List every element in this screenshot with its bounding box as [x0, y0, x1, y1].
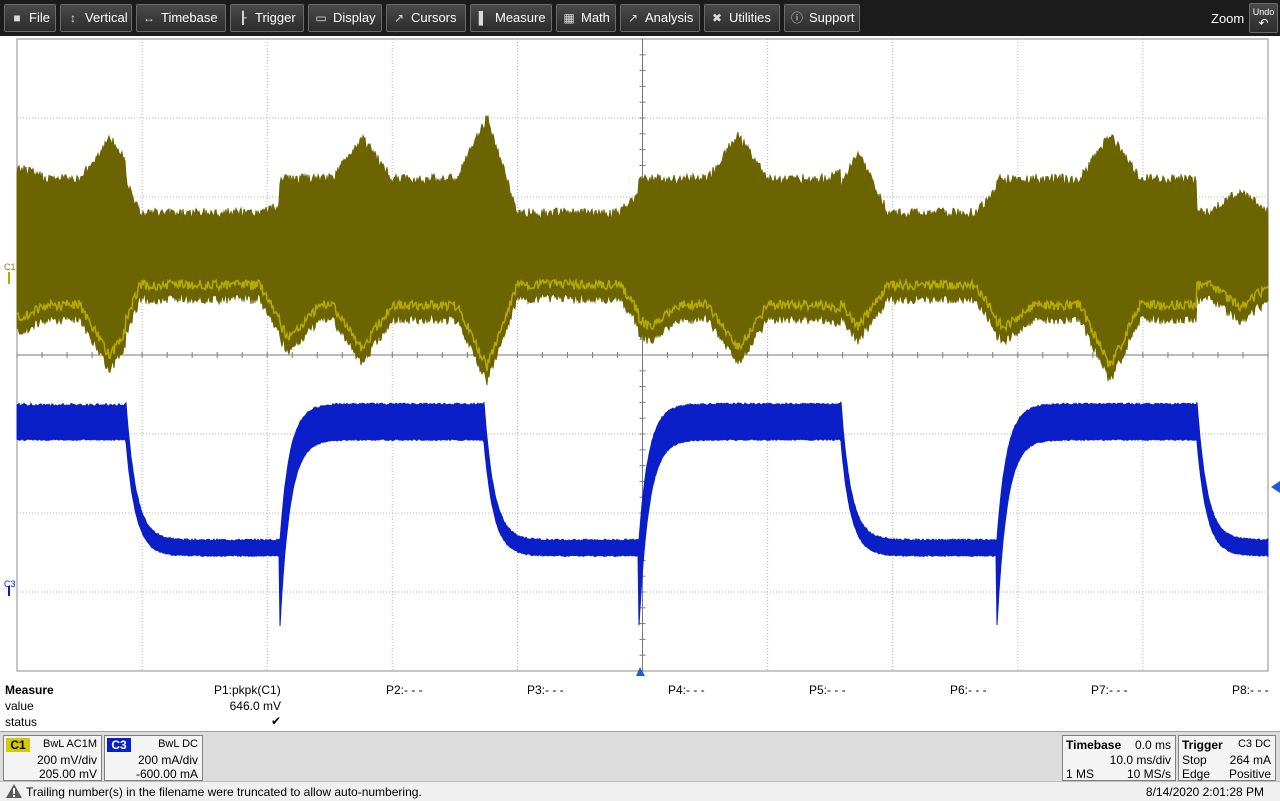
c1-offset: 205.00 mV [38, 767, 97, 781]
param-p1-label[interactable]: P1:pkpk(C1) [214, 683, 281, 697]
c3-marker-label: C3 [4, 579, 16, 589]
menu-vertical[interactable]: ↕ Vertical [60, 4, 132, 32]
status-datetime: 8/14/2020 2:01:28 PM [1145, 785, 1264, 799]
measure-icon: ▌ [478, 11, 488, 25]
status-bar: Trailing number(s) in the filename were … [0, 781, 1280, 801]
timebase-scale: 10.0 ms/div [1109, 753, 1171, 767]
undo-button[interactable]: Undo ↶ [1249, 3, 1278, 33]
menu-utilities-label: Utilities [729, 10, 771, 25]
menu-timebase[interactable]: ↔ Timebase [136, 4, 226, 32]
param-p8-label[interactable]: P8:- - - [1232, 683, 1269, 697]
timebase-points: 1 MS [1066, 767, 1095, 781]
menu-analysis[interactable]: ↗ Analysis [620, 4, 700, 32]
c1-descriptor[interactable]: C1 BwL AC1M 200 mV/div 205.00 mV [3, 735, 102, 781]
menu-support[interactable]: ⓘ Support [784, 4, 860, 32]
descriptor-bar: C1 BwL AC1M 200 mV/div 205.00 mV C3 BwL … [0, 731, 1280, 782]
menu-display-label: Display [333, 10, 376, 25]
timebase-rate: 10 MS/s [1126, 767, 1171, 781]
c1-badge: C1 [6, 738, 30, 752]
c1-coupling: BwL AC1M [42, 738, 97, 750]
menu-display[interactable]: ▭ Display [308, 4, 382, 32]
trigger-source: C3 DC [1237, 738, 1271, 750]
c1-marker-label: C1 [4, 262, 16, 272]
waveform-display[interactable]: C1 C3 [0, 36, 1280, 676]
trigger-mode: Stop [1182, 753, 1207, 767]
trigger-descriptor[interactable]: Trigger C3 DC Stop 264 mA Edge Positive [1178, 735, 1276, 781]
trigger-icon: ┠ [239, 11, 247, 25]
value-row-label: value [5, 699, 34, 713]
status-message: Trailing number(s) in the filename were … [26, 785, 422, 799]
param-p1-status-check-icon: ✔ [270, 714, 281, 728]
undo-arrow-icon: ↶ [1258, 16, 1269, 30]
param-p3-label[interactable]: P3:- - - [527, 683, 564, 697]
menu-math[interactable]: ▦ Math [556, 4, 616, 32]
display-icon: ▭ [315, 11, 327, 25]
c3-offset: -600.00 mA [135, 767, 198, 781]
cursor-icon: ↗ [393, 11, 405, 25]
trigger-title: Trigger [1182, 738, 1223, 752]
menu-file[interactable]: ■ File [4, 4, 56, 32]
menu-vertical-label: Vertical [85, 10, 128, 25]
measure-panel: Measure value status P1:pkpk(C1) 646.0 m… [0, 676, 1280, 732]
menu-bar: ■ File ↕ Vertical ↔ Timebase ┠ Trigger ▭ Disp… [0, 0, 1280, 36]
menu-trigger-label: Trigger [255, 10, 296, 25]
menu-cursors-label: Cursors [411, 10, 457, 25]
param-p2-label[interactable]: P2:- - - [386, 683, 423, 697]
trigger-type: Edge [1182, 767, 1211, 781]
horizontal-arrows-icon: ↔ [143, 11, 155, 25]
menu-utilities[interactable]: ✖ Utilities [704, 4, 780, 32]
menu-support-label: Support [809, 10, 855, 25]
timebase-title: Timebase [1066, 738, 1122, 752]
timebase-delay: 0.0 ms [1134, 738, 1171, 752]
c1-scale: 200 mV/div [36, 753, 97, 767]
param-p6-label[interactable]: P6:- - - [950, 683, 987, 697]
c3-ground-marker[interactable]: C3 [4, 579, 16, 596]
menu-measure[interactable]: ▌ Measure [470, 4, 552, 32]
param-p4-label[interactable]: P4:- - - [668, 683, 705, 697]
trigger-slope: Positive [1228, 767, 1271, 781]
menu-cursors[interactable]: ↗ Cursors [386, 4, 466, 32]
menu-math-label: Math [581, 10, 610, 25]
waveform-grid: C1 C3 [4, 38, 1280, 676]
c3-descriptor[interactable]: C3 BwL DC 200 mA/div -600.00 mA [104, 735, 203, 781]
warning-icon [6, 784, 22, 798]
menu-trigger[interactable]: ┠ Trigger [230, 4, 304, 32]
timebase-descriptor[interactable]: Timebase 0.0 ms 10.0 ms/div 1 MS 10 MS/s [1062, 735, 1176, 781]
status-row-label: status [5, 715, 38, 729]
trigger-level-marker[interactable] [1271, 481, 1280, 493]
param-p1-value: 646.0 mV [229, 699, 281, 713]
menu-analysis-label: Analysis [645, 10, 694, 25]
param-p5-label[interactable]: P5:- - - [809, 683, 846, 697]
calculator-icon: ▦ [563, 11, 575, 25]
c3-coupling: BwL DC [158, 738, 198, 750]
zoom-label[interactable]: Zoom [1211, 11, 1244, 26]
c3-badge: C3 [107, 738, 131, 752]
file-icon: ■ [13, 11, 21, 25]
menu-timebase-label: Timebase [161, 10, 218, 25]
c3-scale: 200 mA/div [137, 753, 198, 767]
trigger-level: 264 mA [1229, 753, 1271, 767]
param-p7-label[interactable]: P7:- - - [1091, 683, 1128, 697]
c1-ground-marker[interactable]: C1 [4, 262, 16, 284]
menu-file-label: File [29, 10, 50, 25]
info-icon: ⓘ [790, 11, 803, 25]
measure-title: Measure [5, 683, 54, 697]
tools-icon: ✖ [711, 11, 723, 25]
menu-measure-label: Measure [495, 10, 546, 25]
vertical-arrows-icon: ↕ [70, 11, 76, 25]
analysis-chart-icon: ↗ [627, 11, 639, 25]
